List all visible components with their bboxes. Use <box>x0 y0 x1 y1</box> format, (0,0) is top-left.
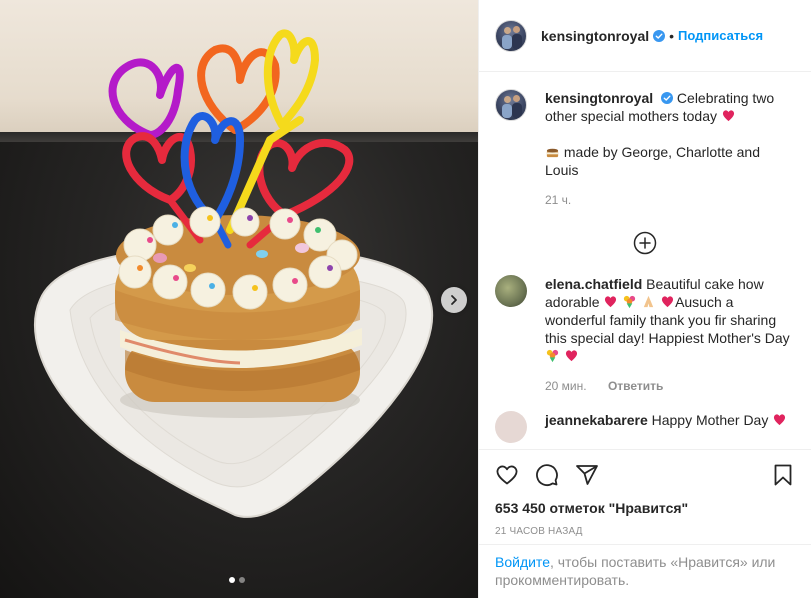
verified-badge-icon <box>653 29 666 42</box>
carousel-dot <box>239 577 245 583</box>
comment-button[interactable] <box>535 463 559 487</box>
carousel-next-button[interactable] <box>441 287 467 313</box>
red-heart-emoji-icon <box>722 110 734 122</box>
caption-body: kensingtonroyal Celebrating two other sp… <box>545 89 795 209</box>
login-link[interactable]: Войдите <box>495 554 550 570</box>
cake-photo <box>34 29 434 518</box>
chevron-right-icon <box>451 295 457 305</box>
heart-red-right <box>255 138 354 219</box>
comment-meta: 20 мин. Ответить <box>545 377 795 395</box>
comment-body: jeannekabarere Happy Mother Day <box>545 411 795 429</box>
comment-time[interactable]: 20 мин. <box>545 379 587 393</box>
comments-list[interactable]: kensingtonroyal Celebrating two other sp… <box>479 73 811 449</box>
red-heart-emoji-icon <box>605 296 617 308</box>
caption-time[interactable]: 21 ч. <box>545 191 795 209</box>
reply-button[interactable]: Ответить <box>608 379 663 393</box>
comment-text: Happy Mother Day <box>651 412 769 428</box>
carousel-dot-active <box>229 577 235 583</box>
carousel-indicator <box>229 577 245 583</box>
login-prompt: Войдите, чтобы поставить «Нравится» или … <box>479 544 811 598</box>
avatar[interactable] <box>495 19 527 52</box>
comment-body: elena.chatfield Beautiful cake how adora… <box>545 275 795 395</box>
comment-username[interactable]: elena.chatfield <box>545 276 642 292</box>
bookmark-icon <box>774 464 792 486</box>
instagram-post: kensingtonroyal • Подписаться kensington… <box>0 0 811 598</box>
follow-button[interactable]: Подписаться <box>678 28 763 43</box>
cake-emoji-icon <box>546 148 559 158</box>
heart-outline-icon <box>496 465 518 485</box>
heart-magenta <box>108 58 184 139</box>
red-heart-emoji-icon <box>565 350 577 362</box>
verified-badge-icon <box>661 92 674 104</box>
red-heart-emoji-icon <box>774 414 786 426</box>
comment-bubble-icon <box>536 464 558 486</box>
praying-hands-emoji-icon <box>643 295 654 308</box>
share-button[interactable] <box>575 463 599 487</box>
header-username[interactable]: kensingtonroyal <box>541 28 649 44</box>
post-actions: 653 450 отметок "Нравится" 21 часов наза… <box>479 449 811 598</box>
load-more-comments[interactable] <box>495 231 795 255</box>
likes-count[interactable]: 653 450 отметок "Нравится" <box>495 500 795 516</box>
caption-line2: made by George, Charlotte and Louis <box>545 144 761 178</box>
caption-username[interactable]: kensingtonroyal <box>545 90 653 106</box>
save-button[interactable] <box>771 463 795 487</box>
caption-avatar[interactable] <box>495 89 527 121</box>
comment-avatar[interactable] <box>495 411 527 443</box>
comment-avatar[interactable] <box>495 275 527 307</box>
bouquet-emoji-icon <box>624 295 636 309</box>
comment: jeannekabarere Happy Mother Day <box>495 411 795 443</box>
post-side-panel: kensingtonroyal • Подписаться kensington… <box>478 0 811 598</box>
comment: elena.chatfield Beautiful cake how adora… <box>495 275 795 395</box>
comment-username[interactable]: jeannekabarere <box>545 412 648 428</box>
post-media[interactable] <box>0 0 478 598</box>
paper-plane-icon <box>576 465 598 485</box>
plus-circle-icon <box>633 231 657 255</box>
post-header: kensingtonroyal • Подписаться <box>479 0 811 72</box>
red-heart-emoji-icon <box>661 296 674 308</box>
action-icons <box>495 450 795 500</box>
caption: kensingtonroyal Celebrating two other sp… <box>495 89 795 209</box>
header-separator: • <box>669 27 675 44</box>
post-timestamp[interactable]: 21 часов назад <box>495 526 795 537</box>
bouquet-emoji-icon <box>546 349 559 363</box>
like-button[interactable] <box>495 463 519 487</box>
